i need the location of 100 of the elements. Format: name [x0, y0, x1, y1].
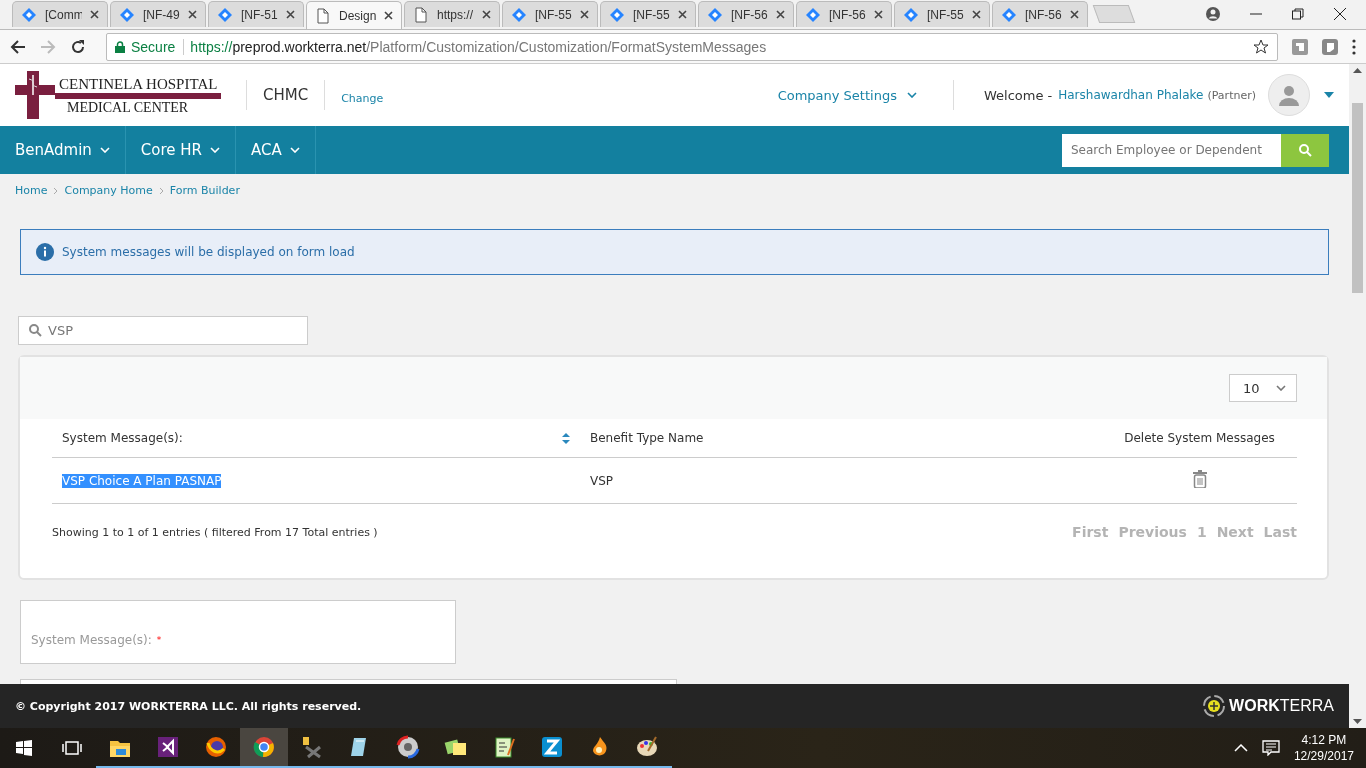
info-icon: [36, 243, 54, 261]
close-icon[interactable]: [384, 11, 393, 20]
palette-icon: [636, 735, 660, 759]
search-button[interactable]: [1281, 133, 1329, 167]
diamond-icon: [903, 6, 919, 23]
column-header: Benefit Type Name: [580, 419, 1102, 458]
close-icon[interactable]: [1070, 10, 1079, 19]
globe-icon: [204, 735, 228, 759]
company-code: CHMC: [263, 86, 309, 104]
diamond-icon: [119, 6, 135, 23]
extension-icon[interactable]: [1322, 38, 1338, 55]
cross-icon: [15, 71, 55, 119]
copyright-text: © Copyright 2017 WORKTERRA LLC. All rights reserved.: [15, 699, 362, 713]
close-icon[interactable]: [90, 10, 99, 19]
browser-tab[interactable]: [NF-55: [600, 1, 696, 27]
time-text: 4:12 PM: [1301, 732, 1347, 748]
close-icon[interactable]: [972, 10, 981, 19]
diamond-icon: [217, 6, 233, 23]
chevron-up-icon[interactable]: [1233, 744, 1248, 752]
company-settings-menu[interactable]: Company Settings: [777, 87, 917, 103]
browser-tab[interactable]: [NF-56: [992, 1, 1088, 27]
page-size-select[interactable]: 10: [1229, 374, 1297, 402]
close-icon[interactable]: [286, 10, 295, 19]
browser-tab[interactable]: https://: [404, 1, 500, 27]
message-field[interactable]: System Message(s): *: [20, 600, 456, 664]
field-label: System Message(s):: [31, 633, 152, 647]
close-icon[interactable]: [874, 10, 883, 19]
diamond-icon: [21, 6, 37, 23]
browser-icon: [252, 735, 276, 759]
scroll-up-icon: [1353, 68, 1362, 73]
date-text: 12/29/2017: [1293, 748, 1354, 764]
chevron-right-icon: [53, 186, 59, 195]
breadcrumb-link[interactable]: Form Builder: [169, 184, 240, 197]
column-header: Delete System Messages: [1102, 419, 1297, 458]
back-icon[interactable]: [10, 38, 26, 55]
chevron-down-icon: [906, 92, 917, 98]
chevron-down-icon: [1276, 385, 1286, 391]
brand-name: WORKTERRA: [1229, 697, 1334, 715]
input-field[interactable]: [20, 679, 677, 684]
diamond-icon: [609, 6, 625, 23]
search-field[interactable]: Search Employee or Dependent: [1062, 133, 1281, 167]
notification-icon[interactable]: [1261, 740, 1280, 756]
avatar[interactable]: [1268, 74, 1310, 116]
nav-menu[interactable]: ACA: [236, 126, 316, 174]
browser-tab[interactable]: [NF-56: [796, 1, 892, 27]
alert-text: System messages will be displayed on form load: [62, 245, 355, 259]
browser-tab[interactable]: [NF-51: [208, 1, 304, 27]
search-icon: [29, 324, 42, 337]
diamond-icon: [1001, 6, 1017, 23]
url-text: https://preprod.workterra.net/Platform/Customization/Customization/FormatSystemMessages: [190, 38, 768, 55]
close-icon[interactable]: [1334, 8, 1346, 20]
table-cell: VSP: [580, 457, 1102, 504]
extension-icon[interactable]: [1292, 38, 1308, 55]
breadcrumb-link[interactable]: Home: [15, 184, 48, 197]
reload-icon[interactable]: [70, 38, 86, 55]
user-name-link[interactable]: Harshawardhan Phalake: [1058, 88, 1204, 102]
filter-field[interactable]: VSP: [18, 316, 308, 345]
user-role: (Partner): [1207, 88, 1256, 102]
account-icon[interactable]: [1206, 7, 1220, 21]
windows-icon: [16, 740, 32, 756]
browser-tab[interactable]: [NF-55: [894, 1, 990, 27]
sort-icon[interactable]: [562, 432, 570, 444]
restore-icon[interactable]: [1292, 8, 1304, 20]
browser-tab[interactable]: [NF-55: [502, 1, 598, 27]
search-icon: [1298, 143, 1312, 157]
secure-label: Secure: [131, 38, 185, 55]
nav-menu[interactable]: Core HR: [125, 126, 237, 174]
close-icon[interactable]: [678, 10, 687, 19]
person-icon: [1278, 84, 1300, 106]
caret-icon[interactable]: [1324, 92, 1334, 98]
target-icon: [1203, 695, 1226, 717]
chevron-down-icon: [210, 147, 221, 153]
page-icon: [315, 7, 331, 24]
browser-tab[interactable]: [NF-49: [110, 1, 206, 27]
browser-tab[interactable]: [Comm: [12, 1, 108, 27]
diamond-icon: [707, 6, 723, 23]
address-field[interactable]: Secure https://preprod.workterra.net/Platform/Customization/Customization/FormatSystemMessages: [106, 32, 1278, 61]
close-icon[interactable]: [580, 10, 589, 19]
column-header[interactable]: System Message(s):: [62, 431, 183, 445]
disc-icon: [396, 735, 420, 759]
clock[interactable]: 4:12 PM 12/29/2017: [1293, 732, 1354, 764]
star-icon[interactable]: [1253, 38, 1269, 55]
close-icon[interactable]: [776, 10, 785, 19]
close-icon[interactable]: [188, 10, 197, 19]
close-icon[interactable]: [482, 10, 491, 19]
diamond-icon: [511, 6, 527, 23]
breadcrumb-link[interactable]: Company Home: [64, 184, 153, 197]
trash-icon[interactable]: [1192, 470, 1207, 488]
ribbon-icon: [156, 735, 180, 759]
menu-icon[interactable]: [1352, 38, 1356, 55]
change-link[interactable]: Change: [341, 91, 384, 105]
scroll-thumb[interactable]: [1352, 103, 1363, 293]
z-app-icon: [540, 735, 564, 759]
chevron-down-icon: [289, 147, 300, 153]
nav-menu[interactable]: BenAdmin: [0, 126, 126, 174]
code-editor-icon: [492, 735, 516, 759]
chevron-right-icon: [158, 186, 164, 195]
task-view-icon: [62, 741, 82, 755]
browser-tab[interactable]: [NF-56: [698, 1, 794, 27]
browser-tab[interactable]: Design: [306, 1, 402, 29]
